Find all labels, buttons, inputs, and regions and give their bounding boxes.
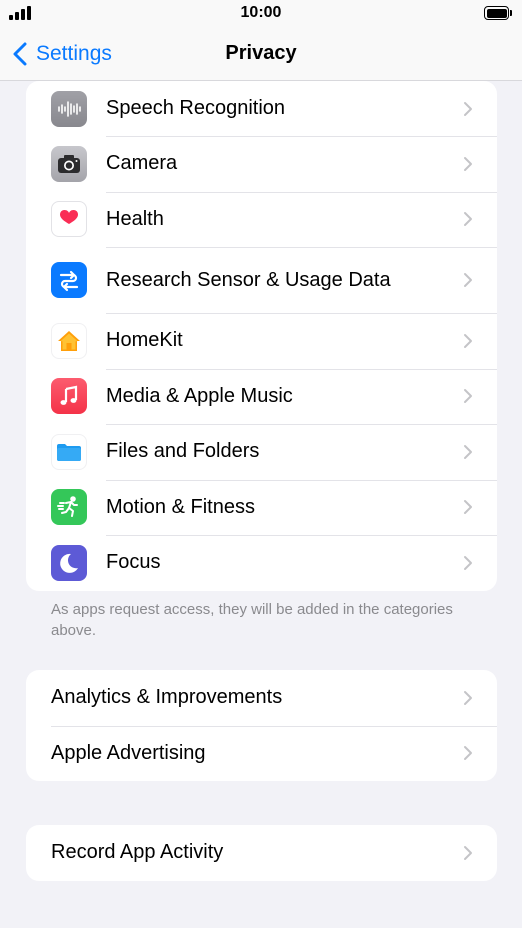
row-label: Focus <box>106 551 161 574</box>
row-record-app-activity[interactable]: Record App Activity <box>26 825 497 881</box>
home-icon <box>51 322 87 359</box>
row-focus[interactable]: Focus <box>26 535 497 591</box>
row-label: Camera <box>106 152 178 175</box>
row-speech-recognition[interactable]: Speech Recognition <box>26 81 497 136</box>
chevron-right-icon <box>464 444 472 459</box>
battery-icon <box>484 6 512 20</box>
row-camera[interactable]: Camera <box>26 136 497 192</box>
row-label: Record App Activity <box>51 841 224 864</box>
status-time: 10:00 <box>240 4 282 21</box>
chevron-right-icon <box>464 101 472 116</box>
chevron-right-icon <box>464 555 472 570</box>
row-label: Files and Folders <box>106 440 260 463</box>
row-homekit[interactable]: HomeKit <box>26 313 497 369</box>
chevron-right-icon <box>464 845 472 860</box>
chevron-right-icon <box>464 690 472 705</box>
chevron-right-icon <box>464 500 472 515</box>
analytics-advertising-group: Analytics & Improvements Apple Advertisi… <box>26 670 497 781</box>
app-activity-group: Record App Activity <box>26 825 497 881</box>
row-files-and-folders[interactable]: Files and Folders <box>26 424 497 480</box>
row-label: Motion & Fitness <box>106 495 255 518</box>
running-figure-icon <box>51 489 87 526</box>
row-research-sensor[interactable]: Research Sensor & Usage Data <box>26 247 497 313</box>
folder-icon <box>51 433 87 470</box>
chevron-right-icon <box>464 746 472 761</box>
row-motion-fitness[interactable]: Motion & Fitness <box>26 479 497 536</box>
privacy-footer-note: As apps request access, they will be add… <box>51 601 453 639</box>
row-label: HomeKit <box>106 329 183 352</box>
navigation-bar: Settings Privacy <box>0 28 522 81</box>
chevron-right-icon <box>464 273 472 287</box>
chevron-right-icon <box>464 333 472 348</box>
row-label: Health <box>106 207 164 230</box>
row-label: Research Sensor & Usage Data <box>106 268 391 291</box>
row-media-apple-music[interactable]: Media & Apple Music <box>26 368 497 425</box>
chevron-right-icon <box>464 389 472 404</box>
row-label: Speech Recognition <box>106 97 286 119</box>
privacy-screen: 10:00 Settings Privacy Speech Recognitio… <box>0 0 522 928</box>
row-label: Apple Advertising <box>51 741 206 764</box>
moon-icon <box>51 544 87 581</box>
row-label: Media & Apple Music <box>106 384 293 407</box>
privacy-permissions-group: Speech Recognition Camera Health Researc… <box>26 81 497 591</box>
camera-icon <box>51 145 87 182</box>
row-apple-advertising[interactable]: Apple Advertising <box>26 725 497 782</box>
heart-icon <box>51 201 87 238</box>
waveform-icon <box>51 90 87 127</box>
page-title: Privacy <box>225 42 297 64</box>
research-icon <box>51 262 87 298</box>
row-label: Analytics & Improvements <box>51 686 283 709</box>
chevron-right-icon <box>464 156 472 171</box>
row-analytics-improvements[interactable]: Analytics & Improvements <box>26 670 497 726</box>
chevron-right-icon <box>464 212 472 227</box>
status-bar: 10:00 <box>0 0 522 28</box>
music-note-icon <box>51 378 87 415</box>
row-health[interactable]: Health <box>26 191 497 248</box>
